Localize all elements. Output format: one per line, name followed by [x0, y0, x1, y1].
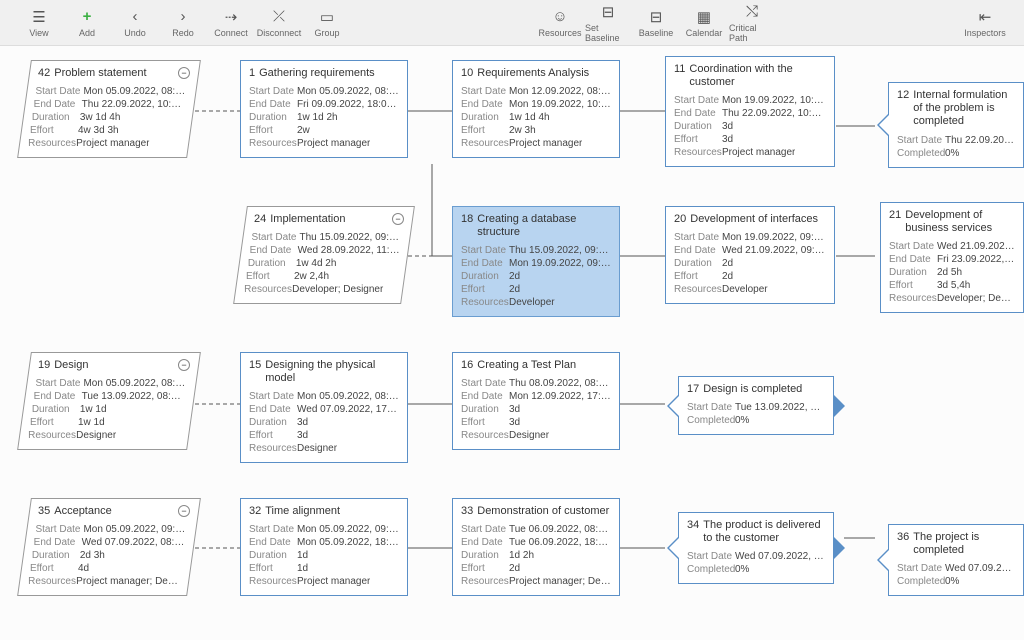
- baseline-icon: ⊟: [650, 8, 663, 26]
- set-baseline-icon: ⊟: [602, 3, 615, 21]
- resources-button[interactable]: ☺Resources: [537, 3, 583, 43]
- group-icon: ▭: [320, 8, 334, 26]
- group-button[interactable]: ▭Group: [304, 3, 350, 43]
- undo-button[interactable]: ‹Undo: [112, 3, 158, 43]
- critical-path-button[interactable]: ⤭Critical Path: [729, 3, 775, 43]
- collapse-icon[interactable]: −: [392, 213, 404, 225]
- calendar-icon: ▦: [697, 8, 711, 26]
- task-node-19[interactable]: 19Design− Start DateMon 05.09.2022, 08:0…: [17, 352, 201, 450]
- task-node-21[interactable]: 21Development of business services Start…: [880, 202, 1024, 313]
- task-node-11[interactable]: 11Coordination with the customer Start D…: [665, 56, 835, 167]
- toolbar: ☰View +Add ‹Undo ›Redo ⇢Connect ⤫Disconn…: [0, 0, 1024, 46]
- task-node-20[interactable]: 20Development of interfaces Start DateMo…: [665, 206, 835, 304]
- milestone-node-12[interactable]: 12Internal formulation of the problem is…: [888, 82, 1024, 168]
- disconnect-icon: ⤫: [273, 8, 285, 26]
- task-node-35[interactable]: 35Acceptance− Start DateMon 05.09.2022, …: [17, 498, 201, 596]
- connect-icon: ⇢: [225, 8, 238, 26]
- plus-icon: +: [83, 8, 92, 26]
- task-node-42[interactable]: 42Problem statement− Start DateMon 05.09…: [17, 60, 201, 158]
- view-button[interactable]: ☰View: [16, 3, 62, 43]
- inspectors-button[interactable]: ⇤Inspectors: [962, 3, 1008, 43]
- task-node-32[interactable]: 32Time alignment Start DateMon 05.09.202…: [240, 498, 408, 596]
- network-diagram-canvas[interactable]: 42Problem statement− Start DateMon 05.09…: [0, 46, 1024, 640]
- set-baseline-button[interactable]: ⊟Set Baseline: [585, 3, 631, 43]
- task-node-18[interactable]: 18Creating a database structure Start Da…: [452, 206, 620, 317]
- collapse-icon[interactable]: −: [178, 67, 190, 79]
- task-node-15[interactable]: 15Designing the physical model Start Dat…: [240, 352, 408, 463]
- task-node-24[interactable]: 24Implementation− Start DateThu 15.09.20…: [233, 206, 415, 304]
- inspectors-icon: ⇤: [979, 8, 992, 26]
- calendar-button[interactable]: ▦Calendar: [681, 3, 727, 43]
- connect-button[interactable]: ⇢Connect: [208, 3, 254, 43]
- task-node-16[interactable]: 16Creating a Test Plan Start DateThu 08.…: [452, 352, 620, 450]
- redo-button[interactable]: ›Redo: [160, 3, 206, 43]
- baseline-button[interactable]: ⊟Baseline: [633, 3, 679, 43]
- critical-path-icon: ⤭: [746, 3, 758, 21]
- add-button[interactable]: +Add: [64, 3, 110, 43]
- collapse-icon[interactable]: −: [178, 359, 190, 371]
- people-icon: ☺: [552, 8, 567, 26]
- milestone-node-17[interactable]: 17Design is completed Start DateTue 13.0…: [678, 376, 834, 435]
- chevron-right-icon: ›: [181, 8, 186, 26]
- view-icon: ☰: [32, 8, 45, 26]
- task-node-1[interactable]: 1Gathering requirements Start DateMon 05…: [240, 60, 408, 158]
- milestone-node-34[interactable]: 34The product is delivered to the custom…: [678, 512, 834, 584]
- task-node-33[interactable]: 33Demonstration of customer Start DateTu…: [452, 498, 620, 596]
- disconnect-button[interactable]: ⤫Disconnect: [256, 3, 302, 43]
- task-node-10[interactable]: 10Requirements Analysis Start DateMon 12…: [452, 60, 620, 158]
- chevron-left-icon: ‹: [133, 8, 138, 26]
- collapse-icon[interactable]: −: [178, 505, 190, 517]
- milestone-node-36[interactable]: 36The project is completed Start DateWed…: [888, 524, 1024, 596]
